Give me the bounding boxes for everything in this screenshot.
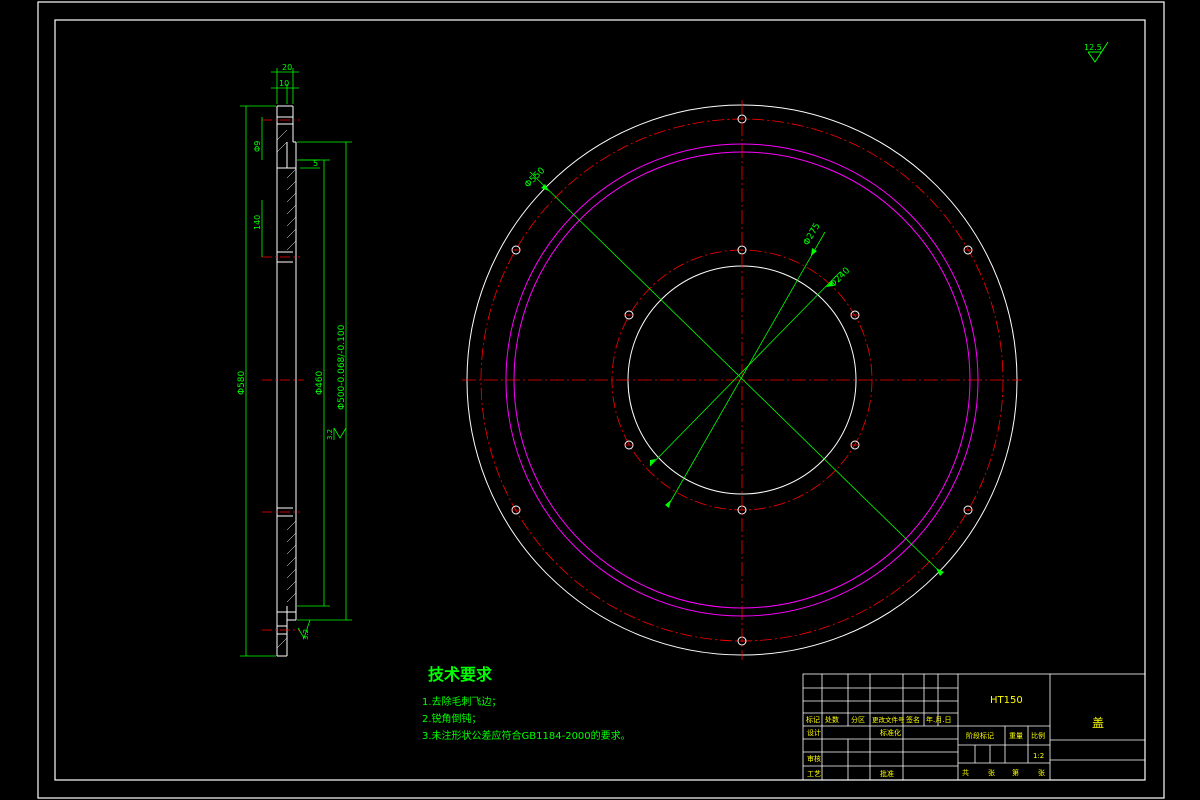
tb-sheet-label: 第	[1012, 768, 1019, 777]
tb-header-cell: 处数	[825, 715, 839, 724]
tech-req-item: 2.锐角倒钝；	[422, 712, 482, 725]
tb-sheet-label: 共	[962, 768, 969, 777]
tb-sheet-label: 张	[988, 768, 995, 777]
front-centerlines	[462, 100, 1022, 660]
tb-sheet-label: 张	[1038, 768, 1045, 777]
tb-part-name: 盖	[1092, 716, 1104, 730]
roughness-symbol-side-mid: 3.2	[326, 427, 347, 440]
roughness-value-bottom: 3.2	[302, 629, 310, 640]
dim-10: 10	[279, 79, 289, 88]
dim-outer-dia: Φ580	[237, 370, 247, 395]
tb-standardize-label: 标准化	[880, 728, 901, 737]
front-dimension-lines	[529, 171, 941, 573]
tb-header-cell: 标记	[806, 715, 820, 724]
tb-stage-label: 阶段标记	[966, 731, 994, 740]
side-view-outline	[276, 105, 297, 657]
dim-fit-dia: Φ500-0.068/-0.100	[337, 324, 347, 410]
tb-design-label: 设计	[807, 728, 821, 737]
dim-20: 20	[282, 63, 292, 72]
tb-header-cell: 分区	[851, 715, 865, 724]
dim-5: 5	[313, 159, 318, 168]
roughness-symbol-top: 12.5	[1084, 41, 1109, 63]
tech-req-title: 技术要求	[428, 665, 493, 684]
tb-header-cell: 更改文件号	[872, 715, 905, 724]
tech-req-item: 1.去除毛刺飞边；	[422, 695, 502, 708]
drawing-canvas: 12.5 20 10 5 Φ9 140 Φ580 Φ460 Φ500-0.068…	[37, 1, 1165, 799]
section-hatch	[276, 129, 297, 649]
dim-inner-circle: Φ240	[828, 266, 852, 290]
side-view: 20 10 5 Φ9 140 Φ580 Φ460 Φ500-0.068/-0.1…	[237, 63, 352, 657]
side-centerlines	[262, 119, 304, 631]
tech-req-item: 3.未注形状公差应符合GB1184-2000的要求。	[422, 729, 631, 742]
tb-scale-value: 1:2	[1033, 752, 1044, 760]
dim-hole-dia: Φ9	[253, 141, 262, 152]
dim-bore-dia: Φ460	[315, 370, 325, 395]
title-block-text: 标记 处数 分区 更改文件号 签名 年.月.日 设计 标准化 审核 工艺 批准 …	[806, 695, 1104, 778]
tb-weight-label: 重量	[1009, 732, 1023, 740]
tb-scale-label: 比例	[1031, 731, 1045, 740]
front-view: Φ550 Φ275 Φ240	[462, 100, 1022, 660]
tb-approve-label: 批准	[880, 769, 894, 778]
roughness-value-mid: 3.2	[326, 429, 334, 440]
tb-header-cell: 年.月.日	[926, 715, 951, 724]
technical-requirements: 技术要求 1.去除毛刺飞边； 2.锐角倒钝； 3.未注形状公差应符合GB1184…	[422, 665, 631, 742]
tb-material: HT150	[990, 695, 1023, 706]
inner-border	[54, 19, 1146, 781]
dim-hole-pitch: 140	[253, 215, 262, 230]
outer-border	[37, 1, 1165, 799]
tb-process-label: 工艺	[807, 770, 821, 778]
tb-review-label: 审核	[807, 754, 821, 763]
roughness-value-top: 12.5	[1084, 43, 1102, 52]
tb-header-cell: 签名	[906, 715, 920, 724]
dim-pcd: Φ275	[802, 221, 823, 247]
